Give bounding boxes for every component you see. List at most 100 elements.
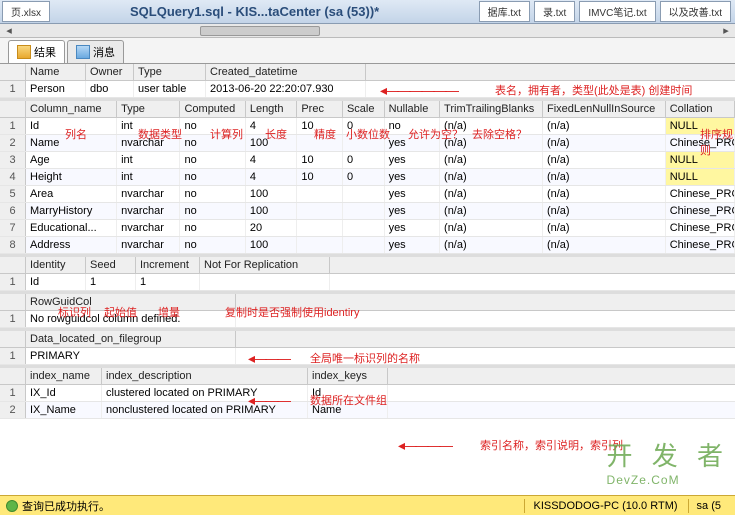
column-header[interactable]: RowGuidCol bbox=[26, 294, 236, 310]
column-header[interactable]: Computed bbox=[180, 101, 245, 117]
cell[interactable]: Educational... bbox=[26, 220, 117, 236]
file-tab[interactable]: 录.txt bbox=[534, 1, 575, 22]
column-header[interactable]: Owner bbox=[86, 64, 134, 80]
cell[interactable]: 100 bbox=[246, 186, 298, 202]
column-header[interactable]: Scale bbox=[343, 101, 385, 117]
column-header[interactable]: Data_located_on_filegroup bbox=[26, 331, 236, 347]
cell[interactable]: (n/a) bbox=[543, 237, 666, 253]
cell[interactable]: (n/a) bbox=[543, 220, 666, 236]
cell[interactable] bbox=[297, 220, 343, 236]
cell[interactable]: clustered located on PRIMARY bbox=[102, 385, 308, 401]
column-header[interactable]: index_keys bbox=[308, 368, 388, 384]
scroll-right-icon[interactable]: ▸ bbox=[719, 24, 733, 38]
column-header[interactable]: TrimTrailingBlanks bbox=[440, 101, 543, 117]
cell[interactable]: (n/a) bbox=[543, 203, 666, 219]
column-header[interactable]: FixedLenNullInSource bbox=[543, 101, 666, 117]
cell[interactable]: PRIMARY bbox=[26, 348, 236, 364]
cell[interactable]: Chinese_PRC_C bbox=[666, 186, 735, 202]
cell[interactable]: no bbox=[180, 169, 245, 185]
cell[interactable]: 100 bbox=[246, 237, 298, 253]
scroll-left-icon[interactable]: ◂ bbox=[2, 24, 16, 38]
cell[interactable]: (n/a) bbox=[543, 118, 666, 134]
cell[interactable]: nvarchar bbox=[117, 203, 180, 219]
column-header[interactable]: Not For Replication bbox=[200, 257, 330, 273]
cell[interactable]: NULL bbox=[666, 169, 735, 185]
cell[interactable] bbox=[343, 220, 385, 236]
cell[interactable]: 100 bbox=[246, 135, 298, 151]
cell[interactable] bbox=[343, 203, 385, 219]
cell[interactable]: nvarchar bbox=[117, 135, 180, 151]
cell[interactable]: (n/a) bbox=[440, 152, 543, 168]
cell[interactable]: Id bbox=[26, 274, 86, 290]
cell[interactable]: yes bbox=[385, 186, 440, 202]
column-header[interactable]: Identity bbox=[26, 257, 86, 273]
cell[interactable]: (n/a) bbox=[440, 135, 543, 151]
cell[interactable]: IX_Name bbox=[26, 402, 102, 418]
file-tab[interactable]: 据库.txt bbox=[479, 1, 530, 22]
cell[interactable]: Address bbox=[26, 237, 117, 253]
cell[interactable]: yes bbox=[385, 135, 440, 151]
cell[interactable]: (n/a) bbox=[440, 237, 543, 253]
table-row[interactable]: 3Ageintno4100yes(n/a)(n/a)NULL bbox=[0, 152, 735, 169]
column-header[interactable]: Length bbox=[246, 101, 298, 117]
table-row[interactable]: 4Heightintno4100yes(n/a)(n/a)NULL bbox=[0, 169, 735, 186]
cell[interactable]: 2013-06-20 22:20:07.930 bbox=[206, 81, 366, 97]
cell[interactable]: Name bbox=[26, 135, 117, 151]
table-row[interactable]: 2IX_Namenonclustered located on PRIMARYN… bbox=[0, 402, 735, 419]
cell[interactable]: Person bbox=[26, 81, 86, 97]
cell[interactable]: 100 bbox=[246, 203, 298, 219]
table-row[interactable]: 1IX_Idclustered located on PRIMARYId bbox=[0, 385, 735, 402]
cell[interactable]: no bbox=[180, 118, 245, 134]
table-row[interactable]: 5Areanvarcharno100yes(n/a)(n/a)Chinese_P… bbox=[0, 186, 735, 203]
cell[interactable]: Area bbox=[26, 186, 117, 202]
cell[interactable]: Chinese_PRC_C bbox=[666, 237, 735, 253]
cell[interactable]: nvarchar bbox=[117, 237, 180, 253]
cell[interactable]: (n/a) bbox=[440, 220, 543, 236]
cell[interactable] bbox=[297, 237, 343, 253]
cell[interactable]: (n/a) bbox=[543, 186, 666, 202]
cell[interactable]: 1 bbox=[86, 274, 136, 290]
cell[interactable]: Id bbox=[26, 118, 117, 134]
cell[interactable]: Id bbox=[308, 385, 388, 401]
cell[interactable]: yes bbox=[385, 203, 440, 219]
horizontal-scrollbar[interactable]: ◂ ▸ bbox=[0, 24, 735, 38]
column-header[interactable]: Nullable bbox=[385, 101, 440, 117]
cell[interactable] bbox=[297, 203, 343, 219]
table-row[interactable]: 1No rowguidcol column defined. bbox=[0, 311, 735, 328]
cell[interactable]: no bbox=[180, 203, 245, 219]
cell[interactable]: 0 bbox=[343, 118, 385, 134]
table-row[interactable]: 1Idintno4100no(n/a)(n/a)NULL bbox=[0, 118, 735, 135]
cell[interactable]: nvarchar bbox=[117, 186, 180, 202]
cell[interactable] bbox=[343, 135, 385, 151]
cell[interactable]: (n/a) bbox=[543, 135, 666, 151]
cell[interactable]: nonclustered located on PRIMARY bbox=[102, 402, 308, 418]
cell[interactable]: no bbox=[180, 237, 245, 253]
file-tab-left[interactable]: 页.xlsx bbox=[2, 1, 50, 22]
scroll-thumb[interactable] bbox=[200, 26, 320, 36]
cell[interactable]: int bbox=[117, 118, 180, 134]
column-header[interactable]: Created_datetime bbox=[206, 64, 366, 80]
column-header[interactable]: index_name bbox=[26, 368, 102, 384]
cell[interactable]: no bbox=[180, 152, 245, 168]
column-header[interactable]: Increment bbox=[136, 257, 200, 273]
cell[interactable] bbox=[297, 186, 343, 202]
cell[interactable]: int bbox=[117, 152, 180, 168]
cell[interactable]: yes bbox=[385, 220, 440, 236]
table-row[interactable]: 1Persondbouser table2013-06-20 22:20:07.… bbox=[0, 81, 735, 98]
column-header[interactable]: Name bbox=[26, 64, 86, 80]
cell[interactable] bbox=[343, 186, 385, 202]
table-row[interactable]: 1PRIMARY bbox=[0, 348, 735, 365]
cell[interactable] bbox=[200, 274, 330, 290]
table-row[interactable]: 7Educational...nvarcharno20yes(n/a)(n/a)… bbox=[0, 220, 735, 237]
cell[interactable]: yes bbox=[385, 237, 440, 253]
cell[interactable]: 4 bbox=[246, 152, 298, 168]
cell[interactable]: IX_Id bbox=[26, 385, 102, 401]
cell[interactable]: Chinese_PRC_C bbox=[666, 220, 735, 236]
column-header[interactable]: Column_name bbox=[26, 101, 117, 117]
cell[interactable]: yes bbox=[385, 169, 440, 185]
cell[interactable]: no bbox=[385, 118, 440, 134]
cell[interactable]: 0 bbox=[343, 152, 385, 168]
cell[interactable]: (n/a) bbox=[543, 152, 666, 168]
cell[interactable]: Name bbox=[308, 402, 388, 418]
cell[interactable]: no bbox=[180, 220, 245, 236]
